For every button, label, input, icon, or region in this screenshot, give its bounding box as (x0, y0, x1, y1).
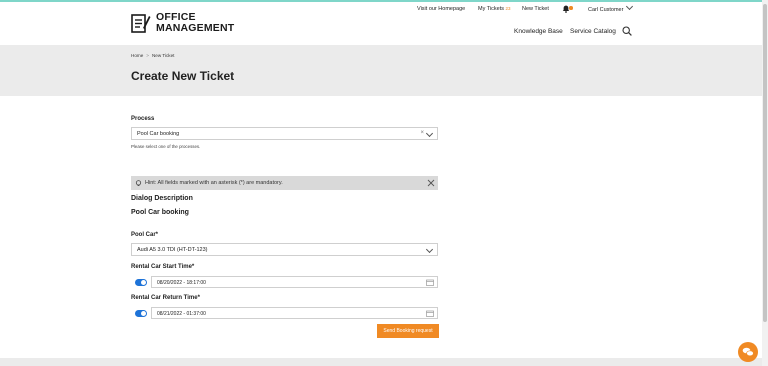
homepage-link[interactable]: Visit our Homepage (417, 6, 465, 12)
hint-text: Hint: All fields marked with an asterisk… (145, 180, 283, 186)
return-time-toggle[interactable] (135, 310, 147, 317)
process-value: Pool Car booking (137, 131, 180, 137)
header (0, 2, 762, 45)
dialog-subtitle: Pool Car booking (131, 209, 189, 216)
start-time-toggle[interactable] (135, 279, 147, 286)
page-title: Create New Ticket (131, 69, 235, 83)
user-menu[interactable]: Carl Customer (588, 2, 634, 13)
return-time-label: Rental Car Return Time* (131, 295, 200, 301)
toggle-knob (141, 311, 146, 316)
calendar-icon[interactable] (426, 279, 434, 286)
scrollbar-thumb[interactable] (763, 4, 767, 322)
dialog-description-title: Dialog Description (131, 195, 193, 202)
my-tickets-badge: 23 (505, 6, 511, 11)
chevron-down-icon (425, 245, 434, 254)
brand-name: OFFICE MANAGEMENT (156, 12, 234, 34)
return-time-input[interactable]: 08/21/2022 - 01:37:00 (151, 307, 438, 319)
process-select[interactable]: Pool Car booking × (131, 127, 438, 140)
my-tickets-link[interactable]: My Tickets 23 (478, 6, 511, 12)
nav-knowledge-base[interactable]: Knowledge Base (514, 28, 563, 35)
chat-button[interactable] (738, 342, 758, 362)
chevron-down-icon (425, 129, 434, 138)
logo[interactable]: OFFICE MANAGEMENT (131, 12, 234, 34)
process-help-text: Please select one of the processes. (131, 144, 201, 149)
user-name: Carl Customer (588, 7, 624, 13)
clear-icon[interactable]: × (420, 130, 424, 136)
process-label: Process (131, 116, 155, 122)
hint-bar: Hint: All fields marked with an asterisk… (131, 176, 438, 190)
lightbulb-icon (135, 179, 142, 186)
search-icon[interactable] (622, 26, 632, 36)
start-time-value: 08/20/2022 - 18:17:00 (157, 280, 206, 286)
brand-line-2: MANAGEMENT (156, 22, 235, 34)
breadcrumb: Home > New Ticket (131, 53, 174, 58)
pool-car-select[interactable]: Audi A5 3.0 TDI (HT-DT-123) (131, 243, 438, 256)
my-tickets-label: My Tickets (478, 6, 504, 12)
pool-car-value: Audi A5 3.0 TDI (HT-DT-123) (137, 247, 208, 253)
send-booking-button[interactable]: Send Booking request (377, 324, 439, 338)
calendar-icon[interactable] (426, 310, 434, 317)
office-logo-icon (131, 14, 151, 33)
return-time-value: 08/21/2022 - 01:37:00 (157, 311, 206, 317)
page-header-band (0, 45, 762, 96)
footer-strip (0, 358, 762, 366)
close-icon[interactable] (427, 179, 435, 187)
toggle-knob (141, 280, 146, 285)
notification-dot (569, 6, 573, 10)
new-ticket-link[interactable]: New Ticket (522, 6, 549, 12)
breadcrumb-home[interactable]: Home (131, 53, 143, 58)
breadcrumb-separator-icon: > (146, 53, 149, 58)
chat-icon (742, 347, 754, 357)
nav-service-catalog[interactable]: Service Catalog (570, 28, 616, 35)
start-time-label: Rental Car Start Time* (131, 264, 195, 270)
breadcrumb-current: New Ticket (151, 53, 175, 58)
start-time-input[interactable]: 08/20/2022 - 18:17:00 (151, 276, 438, 288)
pool-car-label: Pool Car* (131, 232, 159, 238)
